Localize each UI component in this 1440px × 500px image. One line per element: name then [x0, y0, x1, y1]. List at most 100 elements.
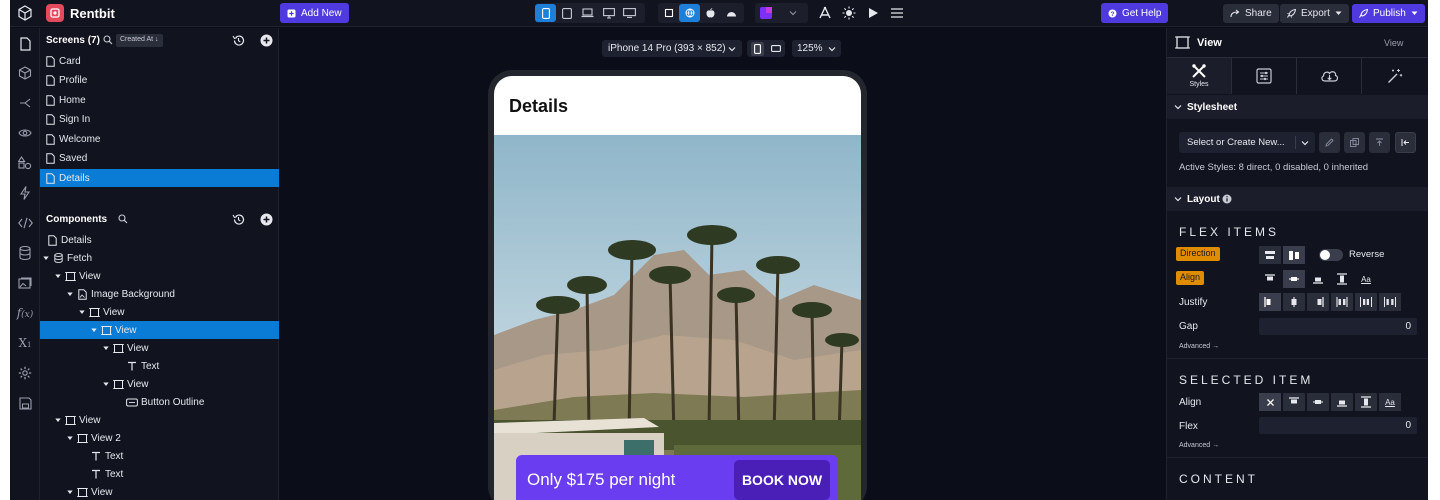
gear-icon[interactable] [17, 365, 33, 381]
history-icon[interactable] [230, 32, 246, 48]
align-end-icon[interactable] [1331, 393, 1353, 411]
frame-icon[interactable] [658, 4, 679, 22]
stylesheet-section-header[interactable]: Stylesheet [1167, 95, 1428, 119]
info-icon[interactable] [1222, 194, 1232, 204]
align-start-icon[interactable] [1283, 393, 1305, 411]
align-center-icon[interactable] [1283, 270, 1305, 288]
tablet-preview-button[interactable] [556, 4, 577, 22]
tree-node[interactable]: View [40, 321, 279, 339]
android-icon[interactable] [721, 4, 742, 22]
search-icon[interactable] [118, 214, 128, 224]
flex-input[interactable]: 0 [1259, 417, 1417, 434]
pen-tool-icon[interactable] [817, 5, 833, 21]
align-baseline-icon[interactable]: Aa [1379, 393, 1401, 411]
caret-down-icon[interactable] [54, 272, 62, 280]
apple-icon[interactable] [700, 4, 721, 22]
align-stretch-icon[interactable] [1355, 393, 1377, 411]
screen-item[interactable]: Details [40, 169, 279, 187]
screen-item[interactable]: Welcome [40, 130, 279, 148]
align-baseline-icon[interactable]: Aa [1355, 270, 1377, 288]
gap-input[interactable]: 0 [1259, 318, 1417, 335]
book-now-button[interactable]: BOOK NOW [734, 460, 830, 500]
extract-style-button[interactable] [1369, 132, 1390, 153]
collapse-style-button[interactable] [1395, 132, 1416, 153]
add-circle-icon[interactable] [258, 211, 274, 227]
publish-button[interactable]: Publish [1352, 4, 1425, 23]
justify-around-icon[interactable] [1355, 293, 1377, 311]
caret-down-icon[interactable] [66, 290, 74, 298]
device-selector[interactable]: iPhone 14 Pro (393 × 852) [602, 40, 742, 57]
selected-item-advanced-link[interactable]: Advanced → [1179, 442, 1219, 449]
theme-toggle-icon[interactable] [841, 5, 857, 21]
phone-preview-button[interactable] [535, 4, 556, 22]
layout-advanced-link[interactable]: Advanced → [1179, 343, 1219, 350]
justify-end-icon[interactable] [1307, 293, 1329, 311]
caret-down-icon[interactable] [42, 254, 50, 262]
shapes-icon[interactable] [17, 155, 33, 171]
lightning-icon[interactable] [17, 185, 33, 201]
screen-item[interactable]: Home [40, 91, 279, 109]
laptop-preview-button[interactable] [577, 4, 598, 22]
align-start-icon[interactable] [1259, 270, 1281, 288]
function-icon[interactable]: f(x) [17, 305, 34, 321]
tab-data[interactable] [1297, 58, 1362, 94]
align-center-icon[interactable] [1307, 393, 1329, 411]
search-icon[interactable] [103, 35, 113, 45]
play-icon[interactable] [865, 5, 881, 21]
caret-down-icon[interactable] [102, 344, 110, 352]
tree-node[interactable]: Button Outline [40, 393, 279, 411]
menu-icon[interactable] [889, 5, 905, 21]
home-icon[interactable] [16, 4, 34, 22]
tree-node[interactable]: View 2 [40, 429, 279, 447]
share-nodes-icon[interactable] [17, 95, 33, 111]
database-icon[interactable] [17, 245, 33, 261]
tree-node[interactable]: View [40, 375, 279, 393]
variable-icon[interactable]: X1 [17, 335, 33, 351]
justify-evenly-icon[interactable] [1379, 293, 1401, 311]
tree-node[interactable]: Image Background [40, 285, 279, 303]
reverse-toggle[interactable] [1319, 249, 1343, 261]
screen-item[interactable]: Profile [40, 72, 279, 90]
screen-item[interactable]: Sign In [40, 111, 279, 129]
justify-center-icon[interactable] [1283, 293, 1305, 311]
page-icon[interactable] [17, 36, 33, 52]
caret-down-icon[interactable] [102, 380, 110, 388]
tree-node[interactable]: View [40, 267, 279, 285]
tree-node[interactable]: Text [40, 357, 279, 375]
save-icon[interactable] [17, 395, 33, 411]
portrait-icon[interactable] [750, 41, 764, 56]
add-circle-icon[interactable] [258, 32, 274, 48]
caret-down-icon[interactable] [90, 326, 98, 334]
export-button[interactable]: Export [1280, 4, 1349, 23]
direction-column-icon[interactable] [1259, 246, 1281, 264]
tab-properties[interactable] [1232, 58, 1297, 94]
tree-node[interactable]: Text [40, 465, 279, 483]
justify-start-icon[interactable] [1259, 293, 1281, 311]
tree-node[interactable]: View [40, 411, 279, 429]
tree-node[interactable]: Details [40, 231, 279, 249]
sort-chip[interactable]: Created At ↓ [116, 34, 163, 47]
stylesheet-select[interactable]: Select or Create New... [1179, 132, 1315, 153]
color-swatch-icon[interactable] [755, 4, 776, 22]
edit-style-button[interactable] [1319, 132, 1340, 153]
share-button[interactable]: Share [1223, 4, 1279, 23]
tree-node[interactable]: View [40, 339, 279, 357]
caret-down-icon[interactable] [66, 488, 74, 496]
screen-item[interactable]: Saved [40, 150, 279, 168]
desktop-preview-button[interactable] [598, 4, 619, 22]
screen-item[interactable]: Card [40, 52, 279, 70]
chevron-down-icon[interactable] [782, 4, 803, 22]
web-globe-icon[interactable] [679, 4, 700, 22]
eye-icon[interactable] [17, 125, 33, 141]
tree-node[interactable]: View [40, 483, 279, 500]
tree-node[interactable]: View [40, 303, 279, 321]
get-help-button[interactable]: ? Get Help [1101, 3, 1169, 23]
align-end-icon[interactable] [1307, 270, 1329, 288]
history-icon[interactable] [230, 211, 246, 227]
tab-interactions[interactable] [1362, 58, 1427, 94]
landscape-icon[interactable] [771, 45, 782, 52]
cube-icon[interactable] [17, 65, 33, 81]
tab-styles[interactable]: Styles [1167, 58, 1232, 94]
caret-down-icon[interactable] [54, 416, 62, 424]
tree-node[interactable]: Text [40, 447, 279, 465]
